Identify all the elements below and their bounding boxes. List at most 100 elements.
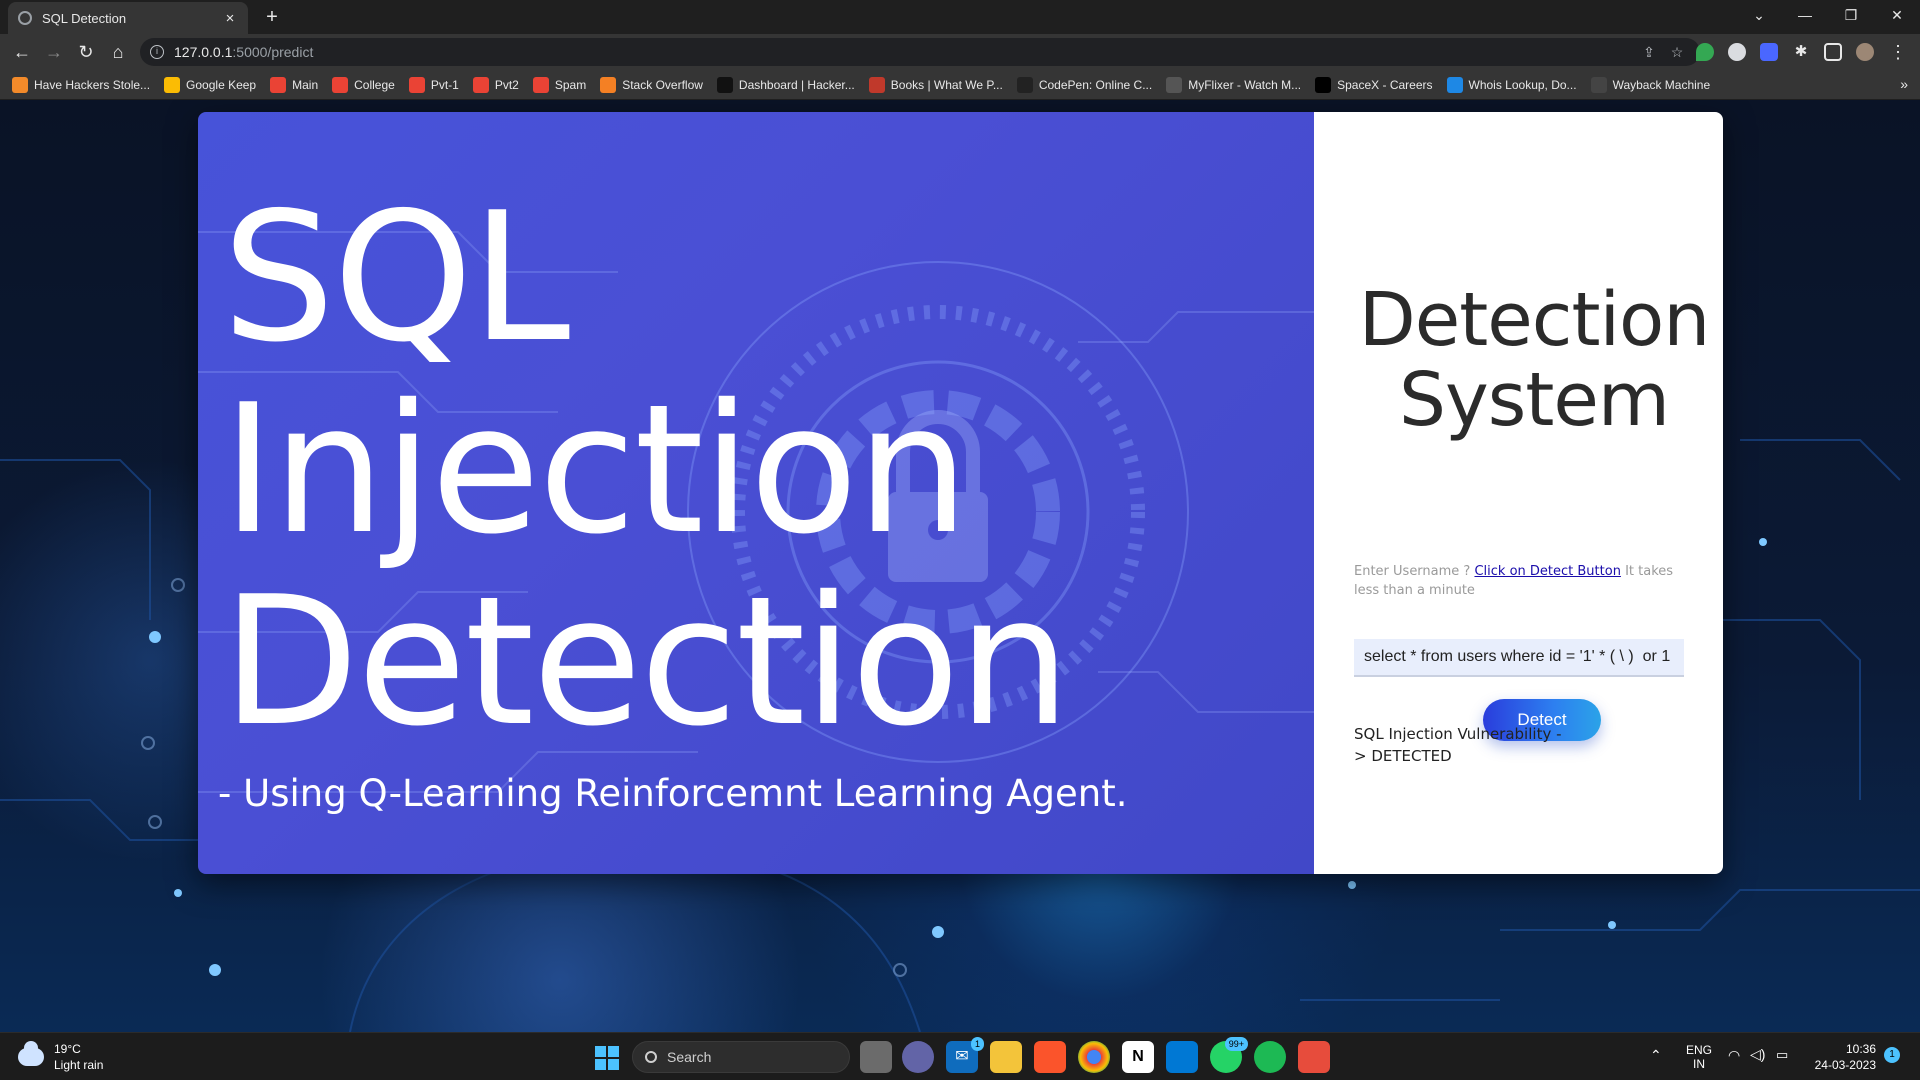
- whatsapp-icon[interactable]: 99+: [1210, 1037, 1248, 1073]
- bookmark-label: Google Keep: [186, 77, 257, 92]
- url-host: 127.0.0.1: [174, 44, 233, 60]
- close-window-button[interactable]: ✕: [1874, 0, 1920, 30]
- start-windows-icon[interactable]: [590, 1041, 622, 1073]
- search-icon: [645, 1051, 657, 1063]
- gmail-icon: [332, 76, 349, 93]
- hint-prefix: Enter Username ?: [1354, 564, 1475, 579]
- books-icon: [868, 76, 885, 93]
- bookmark-label: Spam: [554, 77, 587, 92]
- bookmarks-bar: Have Hackers Stole... Google Keep Main Coll…: [0, 70, 1920, 100]
- bookmark-item[interactable]: Main: [270, 76, 319, 93]
- detect-help-link[interactable]: Click on Detect Button: [1474, 564, 1620, 579]
- detection-panel: Detection System Enter Username ? Click …: [1314, 112, 1723, 874]
- forward-arrow-icon[interactable]: →: [42, 40, 66, 64]
- bookmark-label: Main: [292, 77, 319, 92]
- bookmark-item[interactable]: MyFlixer - Watch M...: [1166, 76, 1302, 93]
- url-path: :5000/predict: [232, 44, 314, 60]
- bookmark-item[interactable]: Google Keep: [164, 76, 257, 93]
- flame-icon: [12, 76, 28, 93]
- query-input[interactable]: [1354, 639, 1684, 677]
- chrome-icon[interactable]: [1078, 1041, 1110, 1073]
- bookmark-label: CodePen: Online C...: [1038, 77, 1153, 92]
- wifi-icon[interactable]: ◠: [1728, 1047, 1740, 1064]
- panel-title-line1: Detection: [1358, 277, 1711, 363]
- restore-button[interactable]: ❐: [1828, 0, 1874, 30]
- back-arrow-icon[interactable]: ←: [10, 40, 34, 64]
- bookmark-item[interactable]: College: [332, 76, 395, 93]
- minimize-button[interactable]: —: [1782, 0, 1828, 30]
- bookmark-star-icon[interactable]: ☆: [1666, 38, 1688, 66]
- clock-time: 10:36: [1845, 1042, 1876, 1056]
- browser-tab[interactable]: SQL Detection ×: [8, 2, 248, 34]
- panel-title: Detection System: [1354, 280, 1714, 440]
- extension-blue-icon[interactable]: [1760, 43, 1778, 61]
- bookmark-label: Dashboard | Hacker...: [738, 77, 855, 92]
- bookmark-label: College: [354, 77, 395, 92]
- extension-cloud-icon[interactable]: [1728, 43, 1746, 61]
- bookmark-item[interactable]: Stack Overflow: [600, 76, 703, 93]
- bookmark-label: Whois Lookup, Do...: [1468, 77, 1577, 92]
- weather-desc: Light rain: [54, 1058, 104, 1072]
- lang-line2: IN: [1693, 1057, 1705, 1071]
- side-panel-icon[interactable]: [1824, 43, 1842, 61]
- task-view-icon[interactable]: [860, 1041, 892, 1073]
- bookmark-item[interactable]: Dashboard | Hacker...: [716, 76, 855, 93]
- bookmark-item[interactable]: Have Hackers Stole...: [12, 76, 150, 93]
- volume-icon[interactable]: ◁): [1750, 1046, 1765, 1063]
- language-indicator[interactable]: ENG IN: [1686, 1043, 1712, 1071]
- spotify-icon[interactable]: [1254, 1041, 1286, 1073]
- whois-icon: [1446, 76, 1463, 93]
- bookmark-item[interactable]: Spam: [532, 76, 587, 93]
- extension-location-icon[interactable]: [1696, 43, 1714, 61]
- bookmark-item[interactable]: Wayback Machine: [1590, 76, 1710, 93]
- clock-date: 24-03-2023: [1814, 1058, 1876, 1072]
- weather-widget[interactable]: 19°C Light rain: [18, 1041, 103, 1073]
- show-hidden-icons-chevron-icon[interactable]: ⌃: [1650, 1047, 1662, 1064]
- bookmark-item[interactable]: Whois Lookup, Do...: [1446, 76, 1577, 93]
- share-icon[interactable]: ⇪: [1638, 38, 1660, 66]
- brave-browser-icon[interactable]: [1034, 1041, 1066, 1073]
- notion-icon[interactable]: N: [1122, 1041, 1154, 1073]
- notification-count-badge[interactable]: 1: [1884, 1047, 1900, 1063]
- site-info-icon[interactable]: i: [150, 45, 164, 59]
- taskbar-search[interactable]: Search: [632, 1041, 850, 1073]
- panel-title-line2: System: [1399, 357, 1670, 443]
- whatsapp-badge: 99+: [1224, 1037, 1248, 1051]
- home-icon[interactable]: ⌂: [106, 40, 130, 64]
- weather-temp: 19°C: [54, 1042, 81, 1056]
- bookmark-item[interactable]: CodePen: Online C...: [1016, 76, 1153, 93]
- bookmark-item[interactable]: Pvt-1: [408, 76, 459, 93]
- tab-search-icon[interactable]: ⌄: [1736, 0, 1782, 30]
- extensions-puzzle-icon[interactable]: ✱: [1792, 43, 1810, 61]
- hero-subtitle: - Using Q-Learning Reinforcemnt Learning…: [218, 772, 1128, 815]
- new-tab-button[interactable]: +: [260, 5, 284, 29]
- bookmark-label: Pvt2: [494, 77, 519, 92]
- lang-line1: ENG: [1686, 1043, 1713, 1057]
- gmail-icon: [270, 76, 287, 93]
- mail-icon[interactable]: ✉ 1: [946, 1037, 984, 1073]
- system-clock[interactable]: 10:36 24-03-2023: [1806, 1041, 1876, 1073]
- rain-cloud-icon: [18, 1041, 44, 1066]
- browser-toolbar: ← → ↻ ⌂ i 127.0.0.1 :5000/predict ⇪ ☆ ✱ …: [0, 34, 1920, 70]
- bookmark-item[interactable]: Books | What We P...: [868, 76, 1003, 93]
- address-bar[interactable]: i 127.0.0.1 :5000/predict ⇪ ☆: [140, 38, 1700, 66]
- wayback-icon: [1590, 76, 1607, 93]
- file-explorer-icon[interactable]: [990, 1041, 1022, 1073]
- bookmark-label: MyFlixer - Watch M...: [1188, 77, 1302, 92]
- battery-icon[interactable]: ▭: [1776, 1047, 1788, 1063]
- codepen-icon: [1016, 76, 1033, 93]
- snipping-tool-icon[interactable]: [1298, 1041, 1330, 1073]
- reload-icon[interactable]: ↻: [74, 40, 98, 64]
- teams-chat-icon[interactable]: [902, 1041, 934, 1073]
- keep-icon: [164, 76, 181, 93]
- profile-avatar[interactable]: [1856, 43, 1874, 61]
- bookmark-item[interactable]: Pvt2: [472, 76, 519, 93]
- bookmark-item[interactable]: SpaceX - Careers: [1315, 76, 1433, 93]
- vscode-icon[interactable]: [1166, 1041, 1198, 1073]
- instruction-text: Enter Username ? Click on Detect Button …: [1354, 562, 1694, 600]
- hero-title: SQL Injection Detection: [222, 182, 1071, 758]
- tab-close-icon[interactable]: ×: [222, 10, 238, 27]
- gmail-icon: [532, 76, 549, 93]
- menu-kebab-icon[interactable]: ⋮: [1886, 40, 1910, 64]
- bookmarks-overflow-icon[interactable]: »: [1900, 76, 1908, 92]
